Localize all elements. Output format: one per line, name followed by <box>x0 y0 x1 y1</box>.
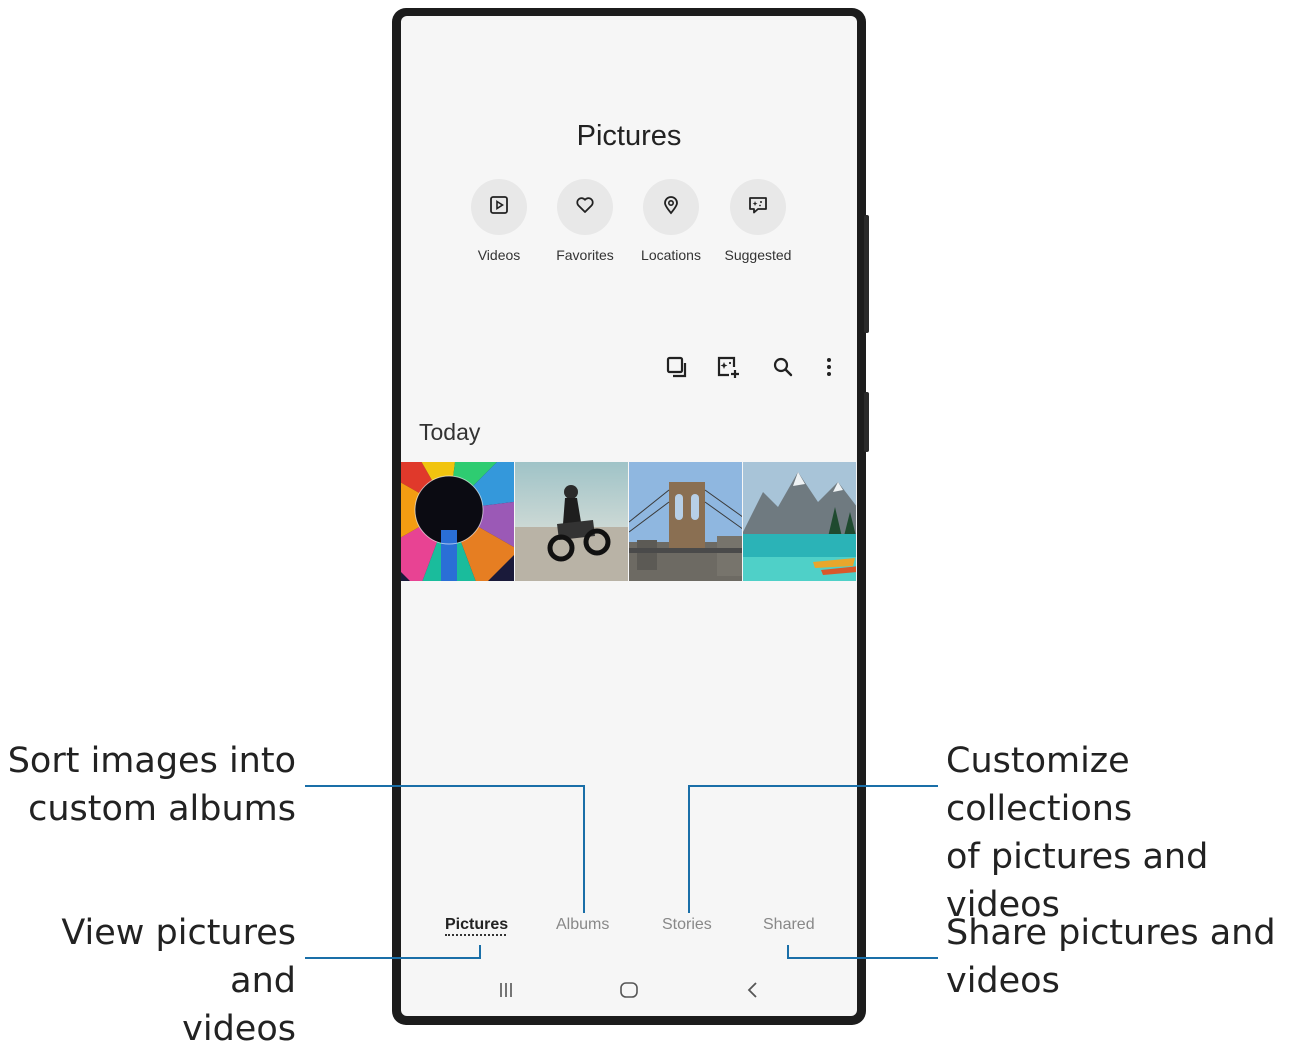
callout-line-1: Sort images into <box>7 741 296 781</box>
callout-line-1: Customize collections <box>946 741 1133 829</box>
callout-stories: Customize collections of pictures and vi… <box>946 737 1301 929</box>
callout-shared: Share pictures and videos <box>946 909 1276 1005</box>
callout-line-1: Share pictures and <box>946 913 1276 953</box>
callout-line-2: videos <box>182 1009 296 1049</box>
callout-line-1: View pictures and <box>61 913 296 1001</box>
callout-line-2: custom albums <box>28 789 296 829</box>
callout-pictures: View pictures and videos <box>0 909 296 1053</box>
callout-line-2: videos <box>946 961 1060 1001</box>
callout-albums: Sort images into custom albums <box>8 737 296 833</box>
